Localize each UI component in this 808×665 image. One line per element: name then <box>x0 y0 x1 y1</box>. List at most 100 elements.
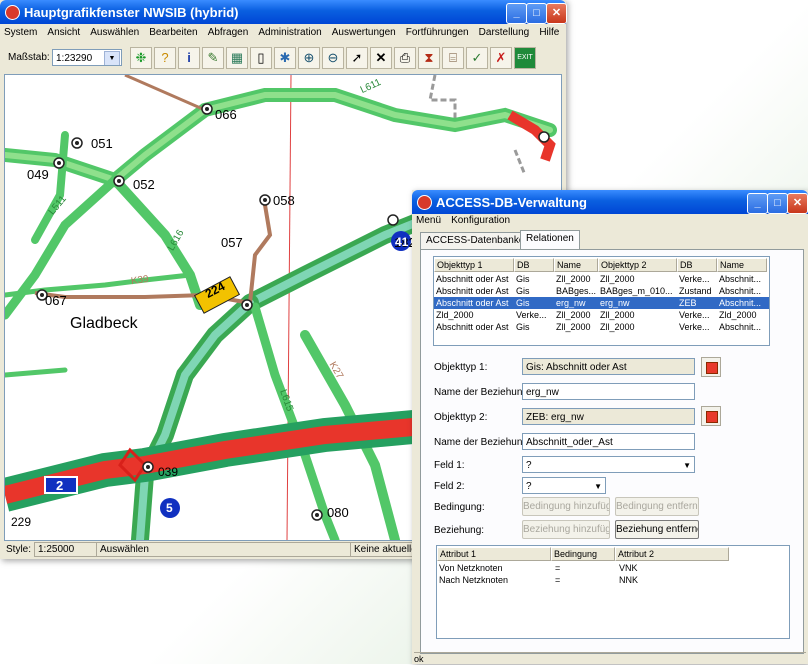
delete-icon[interactable]: ✗ <box>490 47 512 69</box>
maximize-icon[interactable]: □ <box>526 3 547 24</box>
print-icon[interactable]: ⎙ <box>394 47 416 69</box>
network-icon[interactable]: ✱ <box>274 47 296 69</box>
cell: Zld_2000 <box>436 310 474 320</box>
relations-table[interactable]: Objekttyp 1 DB Name Objekttyp 2 DB Name … <box>433 256 770 346</box>
scale-select[interactable]: 1:23290 ▼ <box>52 49 122 66</box>
dialog-maximize-icon[interactable]: □ <box>767 193 788 214</box>
chevron-down-icon[interactable]: ▼ <box>594 478 602 493</box>
col-bedingung[interactable]: Bedingung <box>551 547 615 561</box>
cell: Zld_2000 <box>719 310 757 320</box>
table-row[interactable]: Abschnitt oder Ast Gis BABges... BABges_… <box>434 285 769 297</box>
bedingung-entfernen-button[interactable]: Bedingung entfernen <box>615 497 699 516</box>
zoom-in-icon[interactable]: ⊕ <box>298 47 320 69</box>
cell: Abschnit... <box>719 322 762 332</box>
cell: Zll_2000 <box>600 310 635 320</box>
cell: Verke... <box>679 274 710 284</box>
cell: Abschnit... <box>719 274 762 284</box>
objekttyp2-field: ZEB: erg_nw <box>522 408 695 425</box>
menu-konfiguration[interactable]: Konfiguration <box>451 215 510 226</box>
col-db2[interactable]: DB <box>677 258 717 272</box>
col-objekttyp1[interactable]: Objekttyp 1 <box>434 258 514 272</box>
attributes-table[interactable]: Attribut 1 Bedingung Attribut 2 Von Netz… <box>436 545 790 639</box>
pointer-icon[interactable]: ➚ <box>346 47 368 69</box>
beziehung1-input[interactable]: erg_nw <box>522 383 695 400</box>
menu-auswertungen[interactable]: Auswertungen <box>332 27 396 38</box>
col-objekttyp2[interactable]: Objekttyp 2 <box>598 258 677 272</box>
table-row[interactable]: Zld_2000 Verke... Zll_2000 Zll_2000 Verk… <box>434 309 769 321</box>
menu-auswaehlen[interactable]: Auswählen <box>90 27 139 38</box>
menu-abfragen[interactable]: Abfragen <box>208 27 249 38</box>
dialog-titlebar[interactable]: ACCESS-DB-Verwaltung _ □ ✕ <box>412 190 808 214</box>
cell: Abschnit... <box>719 286 762 296</box>
close-window-icon[interactable]: ✕ <box>546 3 567 24</box>
tab-access-datenbanken[interactable]: ACCESS-Datenbanken <box>420 232 536 249</box>
feld1-select[interactable]: ? ▼ <box>522 456 695 473</box>
table-row-selected[interactable]: Abschnitt oder Ast Gis erg_nw erg_nw ZEB… <box>434 297 769 309</box>
cell: NNK <box>619 575 639 585</box>
close-icon[interactable]: ✕ <box>370 47 392 69</box>
main-titlebar[interactable]: Hauptgrafikfenster NWSIB (hybrid) _ □ ✕ <box>0 0 567 24</box>
info-icon[interactable]: i <box>178 47 200 69</box>
col-attribut1[interactable]: Attribut 1 <box>437 547 551 561</box>
select-objekttyp2-button[interactable] <box>701 406 721 426</box>
relations-table-header: Objekttyp 1 DB Name Objekttyp 2 DB Name <box>434 257 769 272</box>
status-scale: 1:25000 <box>34 542 97 557</box>
select-objekttyp1-button[interactable] <box>701 357 721 377</box>
cell: Zll_2000 <box>600 274 635 284</box>
map-label-2: 2 <box>56 478 64 493</box>
table-row[interactable]: Von Netzknoten = VNK <box>437 562 789 574</box>
cell: erg_nw <box>600 298 630 308</box>
col-name1[interactable]: Name <box>554 258 598 272</box>
edit-icon[interactable]: ✎ <box>202 47 224 69</box>
menu-menue[interactable]: Menü <box>416 215 441 226</box>
col-db1[interactable]: DB <box>514 258 554 272</box>
table-row[interactable]: Abschnitt oder Ast Gis Zll_2000 Zll_2000… <box>434 321 769 333</box>
map-label-city: Gladbeck <box>70 315 138 332</box>
col-attribut2[interactable]: Attribut 2 <box>615 547 729 561</box>
beziehung-entfernen-button[interactable]: Beziehung entfernen <box>615 520 699 539</box>
menu-system[interactable]: System <box>4 27 37 38</box>
tab-relationen[interactable]: Relationen <box>520 230 580 249</box>
chevron-down-icon[interactable]: ▼ <box>683 457 691 472</box>
objekttyp1-label: Objekttyp 1: <box>434 362 488 373</box>
dialog-app-icon <box>417 195 432 210</box>
map-label-41: 41 <box>395 235 409 249</box>
table-row[interactable]: Nach Netzknoten = NNK <box>437 574 789 586</box>
cell: Gis <box>516 298 530 308</box>
bedingung-label: Bedingung: <box>434 502 485 513</box>
feld2-select[interactable]: ? ▼ <box>522 477 606 494</box>
menu-administration[interactable]: Administration <box>258 27 321 38</box>
cell: VNK <box>619 563 638 573</box>
menu-hilfe[interactable]: Hilfe <box>539 27 559 38</box>
bedingung-hinzufuegen-button[interactable]: Bedingung hinzufügen <box>522 497 610 516</box>
dialog-minimize-icon[interactable]: _ <box>747 193 768 214</box>
map-label-058: 058 <box>273 193 295 208</box>
menu-fortfuehrungen[interactable]: Fortführungen <box>406 27 469 38</box>
main-menubar: System Ansicht Auswählen Bearbeiten Abfr… <box>4 26 562 42</box>
document-icon[interactable]: ▯ <box>250 47 272 69</box>
zoom-out-icon[interactable]: ⊖ <box>322 47 344 69</box>
clipboard-icon[interactable]: ⌸ <box>442 47 464 69</box>
attributes-table-header: Attribut 1 Bedingung Attribut 2 <box>437 546 789 561</box>
beziehung2-input[interactable]: Abschnitt_oder_Ast <box>522 433 695 450</box>
feld2-label: Feld 2: <box>434 481 465 492</box>
layers-icon[interactable]: ❉ <box>130 47 152 69</box>
beziehung-label: Beziehung: <box>434 525 485 536</box>
chevron-down-icon[interactable]: ▼ <box>104 51 120 65</box>
col-name2[interactable]: Name <box>717 258 767 272</box>
dialog-close-icon[interactable]: ✕ <box>787 193 808 214</box>
table-row[interactable]: Abschnitt oder Ast Gis Zll_2000 Zll_2000… <box>434 273 769 285</box>
map-icon[interactable]: ▦ <box>226 47 248 69</box>
filter-icon[interactable]: ⧗ <box>418 47 440 69</box>
menu-ansicht[interactable]: Ansicht <box>47 27 80 38</box>
minimize-icon[interactable]: _ <box>506 3 527 24</box>
check-icon[interactable]: ✓ <box>466 47 488 69</box>
menu-bearbeiten[interactable]: Bearbeiten <box>149 27 197 38</box>
cell: Zll_2000 <box>556 310 591 320</box>
help-icon[interactable]: ? <box>154 47 176 69</box>
exit-icon[interactable]: EXIT <box>514 47 536 69</box>
dialog-menubar: Menü Konfiguration <box>416 214 804 230</box>
beziehung-hinzufuegen-button[interactable]: Beziehung hinzufügen <box>522 520 610 539</box>
menu-darstellung[interactable]: Darstellung <box>479 27 530 38</box>
map-label-229: 229 <box>11 515 32 529</box>
